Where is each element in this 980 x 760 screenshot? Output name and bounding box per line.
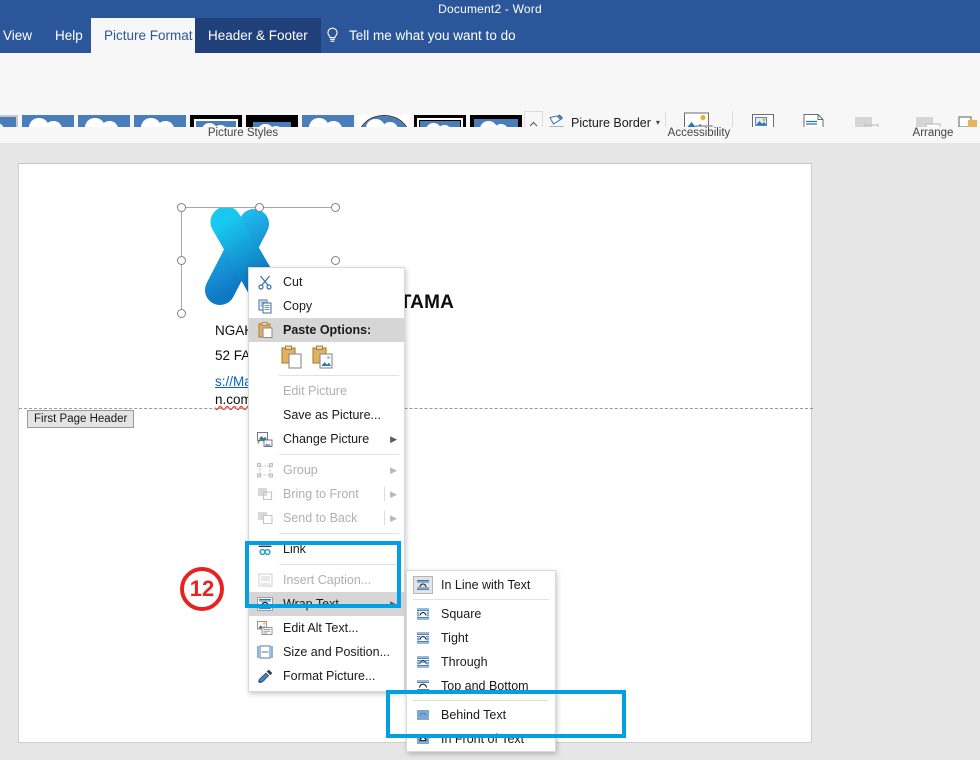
context-menu-separator: [279, 533, 399, 534]
paste-options-row[interactable]: [249, 342, 404, 372]
context-menu-item-cut[interactable]: Cut: [249, 270, 404, 294]
header-boundary-line: [19, 408, 813, 409]
ribbon-group-labels: Picture Styles Accessibility Arrange: [0, 127, 980, 143]
submenu-label-square: Square: [441, 607, 482, 621]
context-menu-label-size-and-position: Size and Position...: [283, 645, 391, 659]
document-title: Document2 - Word: [438, 2, 542, 16]
submenu-separator: [413, 599, 549, 600]
context-menu-item-group: Group ▶: [249, 458, 404, 482]
tab-help[interactable]: Help: [42, 18, 96, 53]
through-wrap-icon: [413, 653, 433, 671]
title-bar: Document2 - Word: [0, 0, 980, 18]
context-menu-label-bring-to-front: Bring to Front: [283, 487, 359, 501]
resize-handle-top-left[interactable]: [177, 203, 186, 212]
resize-handle-top-right[interactable]: [331, 203, 340, 212]
context-menu-separator: [279, 454, 399, 455]
context-menu-item-edit-picture: Edit Picture: [249, 379, 404, 403]
chevron-right-icon: ▶: [390, 433, 397, 444]
edit-alt-text-icon: [254, 618, 276, 638]
picture-context-menu[interactable]: Cut Copy Paste Options: Edit Picture Sav…: [248, 267, 405, 692]
step-number-annotation: 12: [180, 567, 224, 611]
tell-me-search[interactable]: Tell me what you want to do: [325, 18, 516, 53]
chevron-right-icon: ▶: [390, 512, 397, 523]
context-menu-label-edit-alt-text: Edit Alt Text...: [283, 621, 359, 635]
tab-picture-format[interactable]: Picture Format: [91, 18, 206, 53]
menu-split-divider: [384, 487, 385, 501]
resize-handle-top-center[interactable]: [255, 203, 264, 212]
keep-source-formatting-icon[interactable]: [281, 345, 303, 369]
context-menu-label-copy: Copy: [283, 299, 313, 313]
context-menu-item-copy[interactable]: Copy: [249, 294, 404, 318]
context-menu-label-group: Group: [283, 463, 318, 477]
context-menu-label-format-picture: Format Picture...: [283, 669, 376, 683]
context-menu-item-save-as-picture[interactable]: Save as Picture...: [249, 403, 404, 427]
context-menu-label-cut: Cut: [283, 275, 303, 289]
tab-header-and-footer[interactable]: Header & Footer: [195, 18, 321, 53]
save-as-picture-icon: [254, 405, 276, 425]
paste-icon: [254, 320, 276, 340]
resize-handle-middle-right[interactable]: [331, 256, 340, 265]
first-page-header-tag: First Page Header: [27, 410, 135, 428]
edit-picture-icon: [254, 381, 276, 401]
group-label-accessibility: Accessibility: [667, 127, 731, 139]
submenu-item-through[interactable]: Through: [407, 650, 555, 674]
tab-view[interactable]: View: [0, 18, 45, 53]
bring-front-icon: [254, 484, 276, 504]
scissors-icon: [254, 272, 276, 292]
size-position-icon: [254, 642, 276, 662]
context-menu-item-format-picture[interactable]: Format Picture...: [249, 664, 404, 688]
group-icon: [254, 460, 276, 480]
context-menu-label-save-as-picture: Save as Picture...: [283, 408, 381, 422]
chevron-down-icon: ▾: [655, 118, 660, 127]
tight-wrap-icon: [413, 629, 433, 647]
context-menu-item-change-picture[interactable]: Change Picture ▶: [249, 427, 404, 451]
tell-me-label: Tell me what you want to do: [349, 28, 516, 43]
square-wrap-icon: [413, 605, 433, 623]
lightbulb-icon: [325, 27, 340, 44]
context-menu-label-edit-picture: Edit Picture: [283, 384, 347, 398]
context-menu-item-size-and-position[interactable]: Size and Position...: [249, 640, 404, 664]
context-menu-item-paste-options[interactable]: Paste Options:: [249, 318, 404, 342]
submenu-label-tight: Tight: [441, 631, 469, 645]
chevron-right-icon: ▶: [390, 488, 397, 499]
copy-icon: [254, 296, 276, 316]
submenu-label-in-line-with-text: In Line with Text: [441, 578, 531, 592]
resize-handle-bottom-left[interactable]: [177, 309, 186, 318]
context-menu-item-edit-alt-text[interactable]: Edit Alt Text...: [249, 616, 404, 640]
change-picture-icon: [254, 429, 276, 449]
chevron-right-icon: ▶: [390, 464, 397, 475]
context-menu-label-send-to-back: Send to Back: [283, 511, 358, 525]
picture-paste-icon[interactable]: [312, 345, 334, 369]
submenu-label-through: Through: [441, 655, 488, 669]
context-menu-label-paste-options: Paste Options:: [283, 323, 372, 337]
menu-split-divider: [384, 511, 385, 525]
submenu-item-in-line-with-text[interactable]: In Line with Text: [407, 573, 555, 597]
context-menu-item-send-to-back: Send to Back ▶: [249, 506, 404, 530]
group-label-picture-styles: Picture Styles: [207, 127, 279, 139]
resize-handle-middle-left[interactable]: [177, 256, 186, 265]
group-label-arrange: Arrange: [912, 127, 954, 139]
submenu-item-tight[interactable]: Tight: [407, 626, 555, 650]
context-menu-item-bring-to-front: Bring to Front ▶: [249, 482, 404, 506]
format-picture-icon: [254, 666, 276, 686]
inline-with-text-icon: [413, 576, 433, 594]
highlight-box-behind-and-in-front: [386, 690, 626, 738]
context-menu-separator: [279, 375, 399, 376]
submenu-item-square[interactable]: Square: [407, 602, 555, 626]
ribbon-tab-strip: View Help Picture Format Header & Footer…: [0, 18, 980, 53]
context-menu-label-change-picture: Change Picture: [283, 432, 370, 446]
send-back-icon: [254, 508, 276, 528]
highlight-box-wrap-text: [245, 541, 401, 608]
